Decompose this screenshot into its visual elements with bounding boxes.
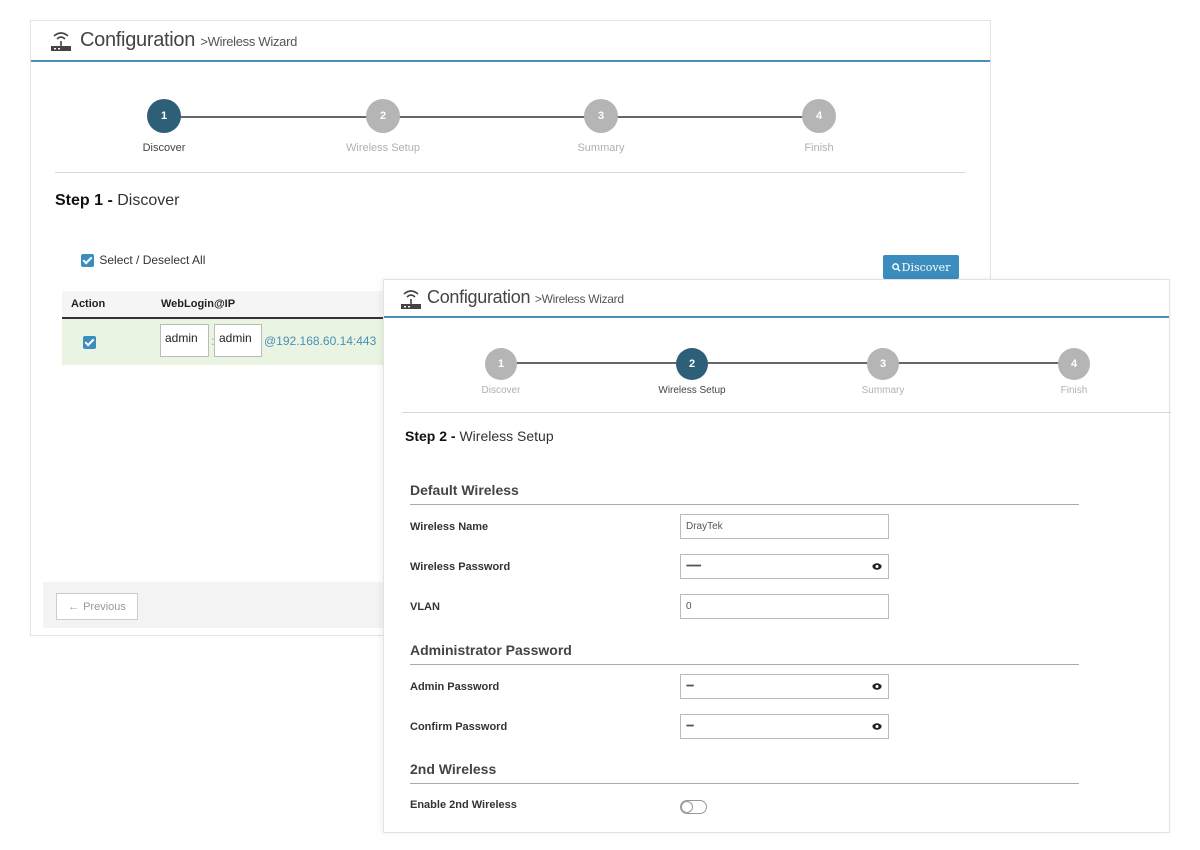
step-3-circle[interactable]: 3 bbox=[584, 99, 618, 133]
step-1-label: Discover bbox=[481, 385, 521, 396]
wizard-panel-step2: Configuration >Wireless Wizard 1 2 3 4 D… bbox=[383, 279, 1171, 833]
confirm-password-input[interactable]: ••••• bbox=[680, 714, 889, 739]
enable-2nd-wireless-toggle[interactable] bbox=[680, 800, 707, 814]
discover-button[interactable]: Discover bbox=[883, 255, 959, 279]
previous-button[interactable]: ← Previous bbox=[56, 593, 138, 620]
step-2-label: Wireless Setup bbox=[658, 385, 726, 396]
step-2-label: Wireless Setup bbox=[346, 142, 420, 154]
step-name: Discover bbox=[117, 192, 180, 209]
previous-button-label: Previous bbox=[83, 600, 126, 613]
page-title: Configuration >Wireless Wizard bbox=[427, 287, 624, 308]
admin-password-input[interactable]: ••••• bbox=[680, 674, 889, 699]
section-divider bbox=[410, 504, 1079, 505]
divider bbox=[402, 412, 1171, 413]
device-ip: @192.168.60.14:443 bbox=[264, 334, 377, 348]
eye-icon[interactable] bbox=[872, 682, 882, 691]
confirm-password-value: ••••• bbox=[686, 723, 694, 730]
discover-button-label: Discover bbox=[901, 260, 951, 274]
select-all-label: Select / Deselect All bbox=[99, 253, 206, 267]
column-header-action: Action bbox=[71, 298, 106, 310]
step-1-circle[interactable]: 1 bbox=[485, 348, 517, 380]
step-1-circle[interactable]: 1 bbox=[147, 99, 181, 133]
stepper-line bbox=[166, 116, 820, 118]
admin-password-label: Admin Password bbox=[410, 681, 500, 693]
step-4-label: Finish bbox=[804, 142, 834, 154]
vlan-label: VLAN bbox=[410, 601, 440, 613]
section-2nd-wireless-title: 2nd Wireless bbox=[410, 761, 497, 777]
step-2-circle[interactable]: 2 bbox=[366, 99, 400, 133]
username-input[interactable]: admin bbox=[160, 324, 209, 357]
eye-icon[interactable] bbox=[872, 562, 882, 571]
step-3-circle[interactable]: 3 bbox=[867, 348, 899, 380]
step-1-label: Discover bbox=[142, 142, 186, 154]
step-2-circle[interactable]: 2 bbox=[676, 348, 708, 380]
breadcrumb: >Wireless Wizard bbox=[200, 34, 298, 49]
section-default-wireless-title: Default Wireless bbox=[410, 482, 519, 498]
panel-header: Configuration >Wireless Wizard bbox=[31, 21, 990, 62]
column-header-weblogin: WebLogin@IP bbox=[161, 298, 236, 310]
select-all-control[interactable]: Select / Deselect All bbox=[81, 253, 206, 268]
arrow-left-icon: ← bbox=[68, 600, 80, 613]
step-4-circle[interactable]: 4 bbox=[1058, 348, 1090, 380]
enable-2nd-wireless-label: Enable 2nd Wireless bbox=[410, 799, 517, 811]
password-input[interactable]: admin bbox=[214, 324, 262, 357]
wireless-name-value: DrayTek bbox=[686, 521, 723, 532]
confirm-password-label: Confirm Password bbox=[410, 721, 508, 733]
step-name: Wireless Setup bbox=[459, 428, 554, 444]
step-4-label: Finish bbox=[1060, 385, 1088, 396]
step-number: Step 2 - bbox=[405, 428, 456, 444]
wireless-name-input[interactable]: DrayTek bbox=[680, 514, 889, 539]
admin-password-value: ••••• bbox=[686, 683, 694, 690]
eye-icon[interactable] bbox=[872, 722, 882, 731]
search-icon bbox=[891, 262, 901, 272]
section-divider bbox=[410, 783, 1079, 784]
divider bbox=[55, 172, 965, 173]
wireless-name-label: Wireless Name bbox=[410, 521, 489, 533]
page-title-text: Configuration bbox=[427, 287, 531, 307]
select-all-checkbox[interactable] bbox=[81, 254, 94, 268]
section-admin-password-title: Administrator Password bbox=[410, 642, 572, 658]
step-4-circle[interactable]: 4 bbox=[802, 99, 836, 133]
row-select-checkbox[interactable] bbox=[83, 336, 96, 349]
step-3-label: Summary bbox=[861, 385, 905, 396]
step-heading: Step 1 - Discover bbox=[55, 192, 179, 210]
wireless-password-label: Wireless Password bbox=[410, 561, 511, 573]
page-title: Configuration >Wireless Wizard bbox=[80, 29, 297, 52]
page-title-text: Configuration bbox=[80, 29, 196, 51]
panel-header: Configuration >Wireless Wizard bbox=[384, 280, 1169, 318]
stepper-line bbox=[501, 362, 1073, 364]
router-wifi-icon bbox=[51, 32, 71, 51]
vlan-input[interactable]: 0 bbox=[680, 594, 889, 619]
vlan-value: 0 bbox=[686, 601, 692, 612]
router-wifi-icon bbox=[401, 290, 421, 309]
wireless-password-value: •••••••••• bbox=[686, 563, 701, 570]
step-number: Step 1 - bbox=[55, 192, 113, 209]
breadcrumb: >Wireless Wizard bbox=[534, 292, 624, 306]
wireless-password-input[interactable]: •••••••••• bbox=[680, 554, 889, 579]
step-heading: Step 2 - Wireless Setup bbox=[405, 428, 554, 444]
section-divider bbox=[410, 664, 1079, 665]
step-3-label: Summary bbox=[577, 142, 625, 154]
